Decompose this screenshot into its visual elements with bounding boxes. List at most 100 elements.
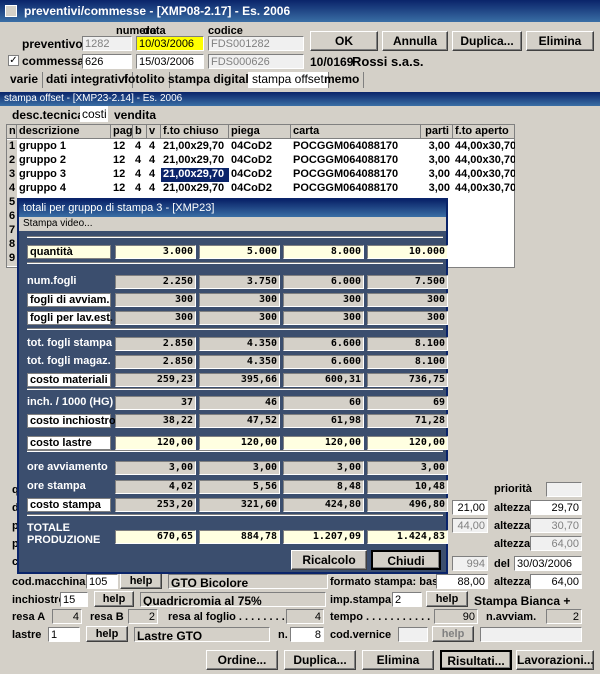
stampa-video-menu[interactable]: Stampa video... <box>19 217 446 231</box>
aperto-altezza-field[interactable]: 30,70 <box>530 518 582 533</box>
inchiostro-field[interactable]: 15 <box>60 592 88 607</box>
grid-cell[interactable]: 44,00x30,70 <box>453 168 515 182</box>
grid-cell[interactable]: 3,00 <box>421 140 453 154</box>
macchina-help-button[interactable]: help <box>120 573 162 589</box>
grid-header-piega: piega <box>229 125 291 139</box>
grid-cell[interactable]: gruppo 4 <box>17 182 111 196</box>
formato-larghezza-field[interactable]: 88,00 <box>436 574 488 589</box>
grid-cell[interactable]: 21,00x29,70 <box>161 140 229 154</box>
preventivo-numero-field[interactable]: 1282 <box>82 36 132 51</box>
grid-cell[interactable]: POCGGM064088170 <box>291 182 421 196</box>
resa-foglio-field[interactable]: 4 <box>286 609 324 624</box>
grid-cell[interactable]: 3,00 <box>421 154 453 168</box>
grid-cell[interactable]: 04CoD2 <box>229 182 291 196</box>
grid-cell[interactable]: 1 <box>7 140 17 154</box>
grid-cell[interactable]: 12 <box>111 182 133 196</box>
imp-stampa-help-button[interactable]: help <box>426 591 468 607</box>
vernice-help-button[interactable]: help <box>432 626 474 642</box>
grid-cell[interactable]: 2 <box>7 154 17 168</box>
tab-varie[interactable]: varie <box>6 72 44 88</box>
tab-costi[interactable]: costi <box>80 106 108 122</box>
grid-cell[interactable]: 4 <box>133 182 147 196</box>
grid-cell[interactable]: POCGGM064088170 <box>291 140 421 154</box>
inchiostro-help-button[interactable]: help <box>94 591 134 607</box>
ricalcolo-button[interactable]: Ricalcolo <box>291 550 367 570</box>
totale-row: TOTALE PRODUZIONE 670,65 884,78 1.207,09 1.42… <box>27 522 448 548</box>
priorita-field[interactable] <box>546 482 582 497</box>
chiudi-button[interactable]: Chiudi <box>371 550 441 570</box>
elimina-button[interactable]: Elimina <box>526 31 594 51</box>
commessa-data-field[interactable]: 15/03/2006 <box>136 54 204 69</box>
tab-desc-tecnica[interactable]: desc.tecnica <box>12 108 84 122</box>
annulla-button[interactable]: Annulla <box>382 31 448 51</box>
cod-macchina-field[interactable]: 105 <box>86 574 118 589</box>
grid-cell[interactable]: gruppo 2 <box>17 154 111 168</box>
grid-cell[interactable]: 44,00x30,70 <box>453 182 515 196</box>
grid-cell[interactable]: 3,00 <box>421 182 453 196</box>
grid-cell[interactable]: 04CoD2 <box>229 154 291 168</box>
footer-elimina-button[interactable]: Elimina <box>362 650 434 670</box>
grid-cell[interactable]: 12 <box>111 154 133 168</box>
grid-cell[interactable]: 04CoD2 <box>229 140 291 154</box>
grid-cell[interactable]: 4 <box>147 168 161 182</box>
altezza-field[interactable]: 29,70 <box>530 500 582 515</box>
cliente-name: Rossi s.a.s. <box>352 54 424 69</box>
tab-vendita[interactable]: vendita <box>114 108 156 122</box>
duplica-button[interactable]: Duplica... <box>452 31 522 51</box>
quantita-row-label: quantità <box>27 245 111 259</box>
grid-cell[interactable]: 12 <box>111 140 133 154</box>
grid-cell[interactable]: 12 <box>111 168 133 182</box>
lastre-help-button[interactable]: help <box>86 626 128 642</box>
grid-cell[interactable]: 4 <box>147 140 161 154</box>
grid-cell[interactable]: 4 <box>147 182 161 196</box>
lastre-field[interactable]: 1 <box>48 627 80 642</box>
grid-cell[interactable]: 21,00x29,70 <box>161 154 229 168</box>
preventivo-codice-field[interactable]: FDS001282 <box>208 36 304 51</box>
lavorazioni-button[interactable]: Lavorazioni... <box>516 650 594 670</box>
grid-cell[interactable]: 4 <box>147 154 161 168</box>
ok-button[interactable]: OK <box>310 31 378 51</box>
tab-fotolito[interactable]: fotolito <box>120 72 170 88</box>
num-fogli-row-label: num.fogli <box>27 275 77 287</box>
tab-stampa-offset[interactable]: stampa offset <box>248 72 329 88</box>
grid-cell[interactable]: 4 <box>133 168 147 182</box>
larghezza-field[interactable]: 21,00 <box>452 500 488 515</box>
grid-cell[interactable]: 4 <box>133 154 147 168</box>
grid-cell[interactable]: 44,00x30,70 <box>453 154 515 168</box>
numero-field[interactable]: 994 <box>452 556 488 571</box>
risultati-button[interactable]: Risultati... <box>440 650 512 670</box>
commessa-checkbox[interactable]: ✓ <box>8 55 19 66</box>
tab-stampa-digitale[interactable]: stampa digitale <box>164 72 261 88</box>
grid-cell[interactable]: 4 <box>7 182 17 196</box>
footer-duplica-button[interactable]: Duplica... <box>284 650 356 670</box>
ordine-button[interactable]: Ordine... <box>206 650 278 670</box>
imp-stampa-field[interactable]: 2 <box>392 592 422 607</box>
formato-altezza-field[interactable]: 64,00 <box>530 574 582 589</box>
commessa-codice-field[interactable]: FDS000626 <box>208 54 304 69</box>
aperto-larghezza-field[interactable]: 44,00 <box>452 518 488 533</box>
preventivo-data-field[interactable]: 10/03/2006 <box>136 36 204 51</box>
altezza-field-3[interactable]: 64,00 <box>530 536 582 551</box>
grid-cell[interactable]: POCGGM064088170 <box>291 168 421 182</box>
n-avviam-field[interactable]: 2 <box>546 609 582 624</box>
tempo-field[interactable]: 90 <box>434 609 478 624</box>
grid-cell[interactable]: 21,00x29,70 <box>161 182 229 196</box>
fogli-avviam-row-value: 300 <box>199 293 280 307</box>
tab-memo[interactable]: memo <box>320 72 365 88</box>
commessa-numero-field[interactable]: 626 <box>82 54 132 69</box>
resa-a-field[interactable]: 4 <box>52 609 82 624</box>
grid-cell[interactable]: gruppo 3 <box>17 168 111 182</box>
grid-cell[interactable]: 4 <box>133 140 147 154</box>
cod-vernice-field[interactable] <box>398 627 428 642</box>
del-date-field[interactable]: 30/03/2006 <box>514 556 582 571</box>
n-field[interactable]: 8 <box>290 627 324 642</box>
resa-b-field[interactable]: 2 <box>128 609 158 624</box>
grid-cell[interactable]: 04CoD2 <box>229 168 291 182</box>
grid-cell[interactable]: gruppo 1 <box>17 140 111 154</box>
grid-cell[interactable]: 3 <box>7 168 17 182</box>
grid-cell[interactable]: 44,00x30,70 <box>453 140 515 154</box>
grid-cell[interactable]: POCGGM064088170 <box>291 154 421 168</box>
grid-cell[interactable]: 3,00 <box>421 168 453 182</box>
num-fogli-row-value: 6.000 <box>283 275 364 289</box>
grid-cell[interactable]: 21,00x29,70 <box>161 168 229 182</box>
